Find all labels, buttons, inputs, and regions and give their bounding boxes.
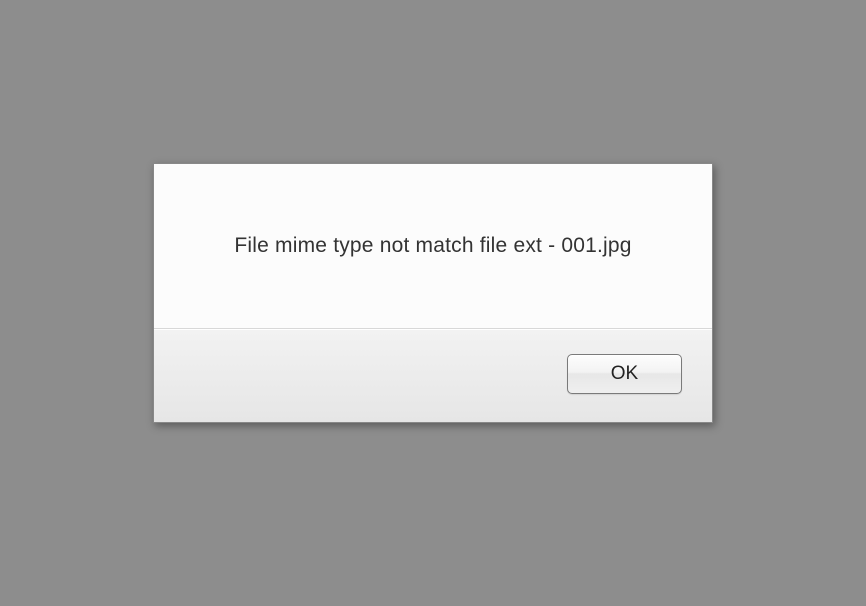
dialog-content: File mime type not match file ext - 001.…: [154, 164, 712, 329]
dialog-message: File mime type not match file ext - 001.…: [194, 234, 672, 258]
ok-button[interactable]: OK: [567, 354, 682, 394]
dialog-footer: OK: [154, 329, 712, 422]
alert-dialog: File mime type not match file ext - 001.…: [153, 163, 713, 423]
